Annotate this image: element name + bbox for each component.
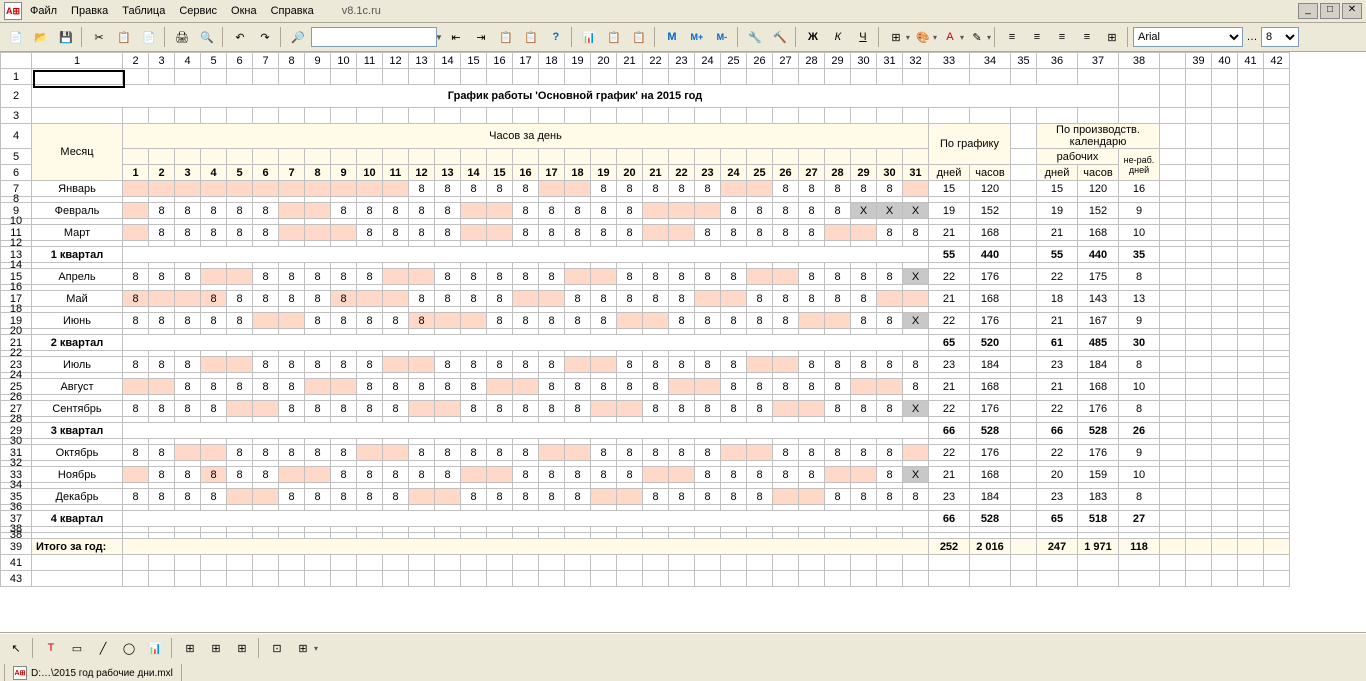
tb-help[interactable]: ?	[544, 25, 568, 49]
menu-edit[interactable]: Правка	[65, 3, 114, 19]
size-select[interactable]: 8	[1261, 27, 1299, 47]
tb-fontcolor[interactable]: A	[938, 25, 962, 49]
spreadsheet-grid[interactable]: 1234567891011121314151617181920212223242…	[0, 52, 1366, 633]
bb-line[interactable]: ╱	[91, 636, 115, 660]
tb-m[interactable]: M	[660, 25, 684, 49]
font-select[interactable]: Arial	[1133, 27, 1243, 47]
bb-grid2[interactable]: ⊞	[204, 636, 228, 660]
bb-grid1[interactable]: ⊞	[178, 636, 202, 660]
bb-rect[interactable]: ▭	[65, 636, 89, 660]
tb-align-l[interactable]: ≡	[1000, 25, 1024, 49]
tb-bold[interactable]: Ж	[801, 25, 825, 49]
bb-pointer[interactable]: ↖	[4, 636, 28, 660]
tb-copy2[interactable]: 📋	[602, 25, 626, 49]
maximize-button[interactable]: □	[1320, 3, 1340, 19]
tb-border[interactable]: ⊞	[884, 25, 908, 49]
tb-fontpick[interactable]: …	[1244, 25, 1260, 49]
tb-tool2[interactable]: 🔨	[768, 25, 792, 49]
bb-text[interactable]: T	[39, 636, 63, 660]
bb-fix[interactable]: ⊞	[291, 636, 315, 660]
tb-redo[interactable]: ↷	[253, 25, 277, 49]
tb-new[interactable]: 📄	[4, 25, 28, 49]
minimize-button[interactable]: _	[1298, 3, 1318, 19]
tb-find[interactable]: 🔎	[286, 25, 310, 49]
tb-mplus[interactable]: M+	[685, 25, 709, 49]
tab-label: D:…\2015 год рабочие дни.mxl	[31, 668, 173, 679]
tb-save[interactable]: 💾	[54, 25, 78, 49]
tab-bar: А⊞ D:…\2015 год рабочие дни.mxl	[0, 662, 1366, 681]
tb-undo[interactable]: ↶	[228, 25, 252, 49]
bb-scale[interactable]: ⊡	[265, 636, 289, 660]
tb-merge[interactable]: ⊞	[1100, 25, 1124, 49]
menu-bar: А⊞ Файл Правка Таблица Сервис Окна Справ…	[0, 0, 1366, 23]
tb-brush[interactable]: ✎	[965, 25, 989, 49]
tb-align-j[interactable]: ≡	[1075, 25, 1099, 49]
close-button[interactable]: ✕	[1342, 3, 1362, 19]
tb-underline[interactable]: Ч	[851, 25, 875, 49]
tb-align-c[interactable]: ≡	[1025, 25, 1049, 49]
tb-findnext[interactable]: ⇤	[444, 25, 468, 49]
menu-file[interactable]: Файл	[24, 3, 63, 19]
tb-cut[interactable]: ✂	[87, 25, 111, 49]
tb-preview[interactable]: 🔍	[195, 25, 219, 49]
menu-service[interactable]: Сервис	[173, 3, 223, 19]
tab-icon: А⊞	[13, 666, 27, 680]
app-logo: А⊞	[4, 2, 22, 20]
tb-italic[interactable]: К	[826, 25, 850, 49]
tb-tool1[interactable]: 🔧	[743, 25, 767, 49]
tb-goto[interactable]: 📋	[519, 25, 543, 49]
tb-mminus[interactable]: M-	[710, 25, 734, 49]
toolbar: 📄 📂 💾 ✂ 📋 📄 🖨 🔍 ↶ ↷ 🔎 ▼ ⇤ ⇥ 📋 📋 ? 📊 📋 📋 …	[0, 23, 1366, 52]
tb-paste2[interactable]: 📋	[627, 25, 651, 49]
tb-copy[interactable]: 📋	[112, 25, 136, 49]
bb-grid3[interactable]: ⊞	[230, 636, 254, 660]
tb-open[interactable]: 📂	[29, 25, 53, 49]
bottom-toolbar: ↖ T ▭ ╱ ◯ 📊 ⊞ ⊞ ⊞ ⊡ ⊞▾	[0, 633, 1366, 662]
tb-paste[interactable]: 📄	[137, 25, 161, 49]
url-label: v8.1c.ru	[342, 5, 381, 17]
tb-print[interactable]: 🖨	[170, 25, 194, 49]
tb-findprev[interactable]: ⇥	[469, 25, 493, 49]
tb-align-r[interactable]: ≡	[1050, 25, 1074, 49]
menu-table[interactable]: Таблица	[116, 3, 171, 19]
tb-search-input[interactable]	[311, 27, 437, 47]
bb-ellipse[interactable]: ◯	[117, 636, 141, 660]
bb-chart[interactable]: 📊	[143, 636, 167, 660]
menu-help[interactable]: Справка	[265, 3, 320, 19]
tb-fill[interactable]: 🎨	[911, 25, 935, 49]
tb-calc[interactable]: 📊	[577, 25, 601, 49]
tb-replace[interactable]: 📋	[494, 25, 518, 49]
document-tab[interactable]: А⊞ D:…\2015 год рабочие дни.mxl	[4, 664, 182, 681]
menu-windows[interactable]: Окна	[225, 3, 263, 19]
